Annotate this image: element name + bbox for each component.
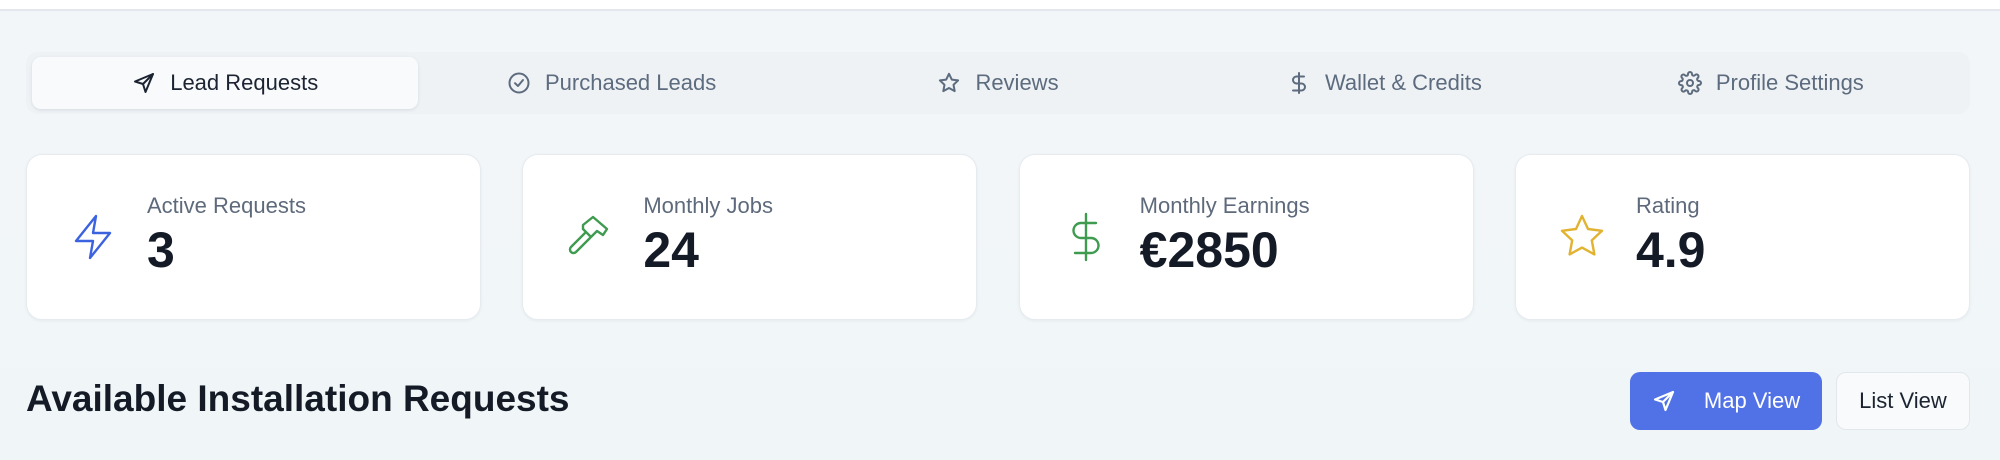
tab-purchased-leads[interactable]: Purchased Leads xyxy=(418,57,804,109)
send-icon xyxy=(134,73,155,93)
stat-value: 24 xyxy=(643,222,699,278)
map-view-button[interactable]: Map View xyxy=(1630,372,1822,430)
star-icon xyxy=(939,72,960,93)
dollar-icon xyxy=(1291,72,1306,94)
stat-card-monthly-earnings: Monthly Earnings €2850 xyxy=(1018,154,1474,320)
tab-label: Wallet & Credits xyxy=(1324,70,1482,95)
tab-reviews[interactable]: Reviews xyxy=(805,57,1191,109)
stat-value: 3 xyxy=(147,222,175,278)
check-circle-icon xyxy=(508,72,530,94)
top-header-strip xyxy=(0,0,2000,11)
stat-label: Monthly Earnings xyxy=(1139,193,1310,218)
stat-value: 4.9 xyxy=(1635,222,1706,278)
star-icon xyxy=(1560,214,1604,256)
gear-icon xyxy=(1677,71,1702,95)
tab-bar: Lead Requests Purchased Leads Reviews Wa… xyxy=(26,52,1970,114)
map-view-label: Map View xyxy=(1703,388,1801,413)
tab-label: Lead Requests xyxy=(170,70,319,95)
lightning-icon xyxy=(74,214,112,260)
tab-wallet-credits[interactable]: Wallet & Credits xyxy=(1191,57,1577,109)
stat-card-monthly-jobs: Monthly Jobs 24 xyxy=(522,154,978,320)
tab-label: Profile Settings xyxy=(1715,70,1864,95)
list-view-button[interactable]: List View xyxy=(1836,372,1970,430)
stat-label: Active Requests xyxy=(147,193,306,218)
dollar-icon xyxy=(1072,212,1100,262)
stat-card-active-requests: Active Requests 3 xyxy=(26,154,481,320)
stat-label: Monthly Jobs xyxy=(643,193,773,218)
stat-card-rating: Rating 4.9 xyxy=(1514,154,1970,320)
stat-value: €2850 xyxy=(1139,222,1279,278)
tab-label: Purchased Leads xyxy=(544,70,717,95)
list-view-label: List View xyxy=(1859,388,1947,413)
tab-lead-requests[interactable]: Lead Requests xyxy=(32,57,419,109)
stat-label: Rating xyxy=(1635,193,1700,218)
stats-cards: Active Requests 3 Monthly Jobs 24 Monthl… xyxy=(26,154,1970,320)
section-title: Available Installation Requests xyxy=(26,378,570,419)
tab-profile-settings[interactable]: Profile Settings xyxy=(1578,57,1964,109)
send-icon xyxy=(1653,390,1674,412)
tab-label: Reviews xyxy=(975,70,1059,95)
hammer-icon xyxy=(569,215,609,255)
